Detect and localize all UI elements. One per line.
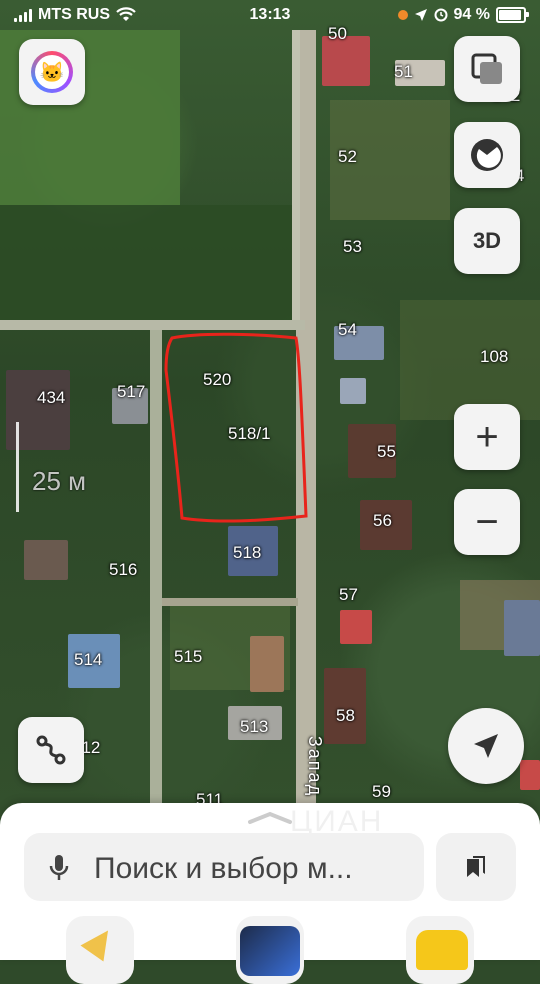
label-520: 520 — [203, 370, 232, 389]
locate-icon — [474, 734, 498, 758]
zoom-in-button[interactable]: + — [454, 404, 520, 470]
app-tile-icon — [240, 926, 300, 976]
battery-icon — [496, 7, 529, 23]
label-513: 513 — [240, 717, 269, 736]
label-54: 54 — [338, 320, 357, 339]
category-shortcut-1[interactable] — [66, 916, 134, 984]
recording-dot-icon — [397, 10, 408, 20]
layers-button[interactable] — [454, 36, 520, 102]
3d-label: 3D — [472, 228, 502, 253]
locate-me-button[interactable] — [448, 708, 524, 784]
label-56: 56 — [373, 511, 392, 530]
label-59: 59 — [372, 782, 391, 801]
label-58: 58 — [336, 706, 355, 725]
bookmarks-button[interactable] — [436, 833, 516, 901]
label-52: 52 — [338, 147, 357, 166]
battery-percent: 94 % — [453, 6, 490, 23]
route-icon — [36, 735, 66, 765]
cat-avatar-icon: 🐱 — [35, 55, 69, 89]
avatar: 🐱 — [31, 51, 73, 93]
label-108: 108 — [480, 347, 509, 366]
profile-button[interactable]: 🐱 — [19, 39, 85, 105]
category-shortcut-3[interactable] — [406, 916, 474, 984]
label-51: 51 — [394, 62, 413, 81]
label-516: 516 — [109, 560, 138, 579]
label-57: 57 — [339, 585, 358, 604]
label-434: 434 — [37, 388, 66, 407]
traffic-button[interactable] — [454, 122, 520, 188]
status-bar: MTS RUS 13:13 94 % — [0, 0, 540, 32]
label-518-1: 518/1 — [228, 424, 271, 443]
label-55: 55 — [377, 442, 396, 461]
arrow-icon — [80, 922, 120, 962]
microphone-icon[interactable] — [48, 853, 70, 883]
zoom-out-button[interactable]: − — [454, 489, 520, 555]
layers-icon — [471, 53, 502, 84]
taxi-icon — [416, 930, 468, 970]
label-517: 517 — [117, 382, 146, 401]
label-518: 518 — [233, 543, 262, 562]
route-button[interactable] — [18, 717, 84, 783]
bookmarks-icon — [467, 856, 485, 877]
category-shortcut-2[interactable] — [236, 916, 304, 984]
plus-icon: + — [475, 415, 499, 459]
street-name: Запад — [305, 735, 326, 798]
chevron-up-icon[interactable] — [246, 811, 294, 825]
search-input[interactable]: Поиск и выбор м... — [24, 833, 424, 901]
traffic-icon — [471, 139, 503, 171]
label-515: 515 — [174, 647, 203, 666]
label-514: 514 — [74, 650, 103, 669]
minus-icon: − — [475, 500, 499, 544]
search-placeholder: Поиск и выбор м... — [94, 852, 353, 885]
bottom-sheet[interactable]: ЦИАН Поиск и выбор м... — [0, 803, 540, 984]
3d-toggle-button[interactable]: 3D — [454, 208, 520, 274]
alarm-icon — [434, 8, 448, 22]
location-arrow-icon — [414, 9, 427, 21]
label-53: 53 — [343, 237, 362, 256]
